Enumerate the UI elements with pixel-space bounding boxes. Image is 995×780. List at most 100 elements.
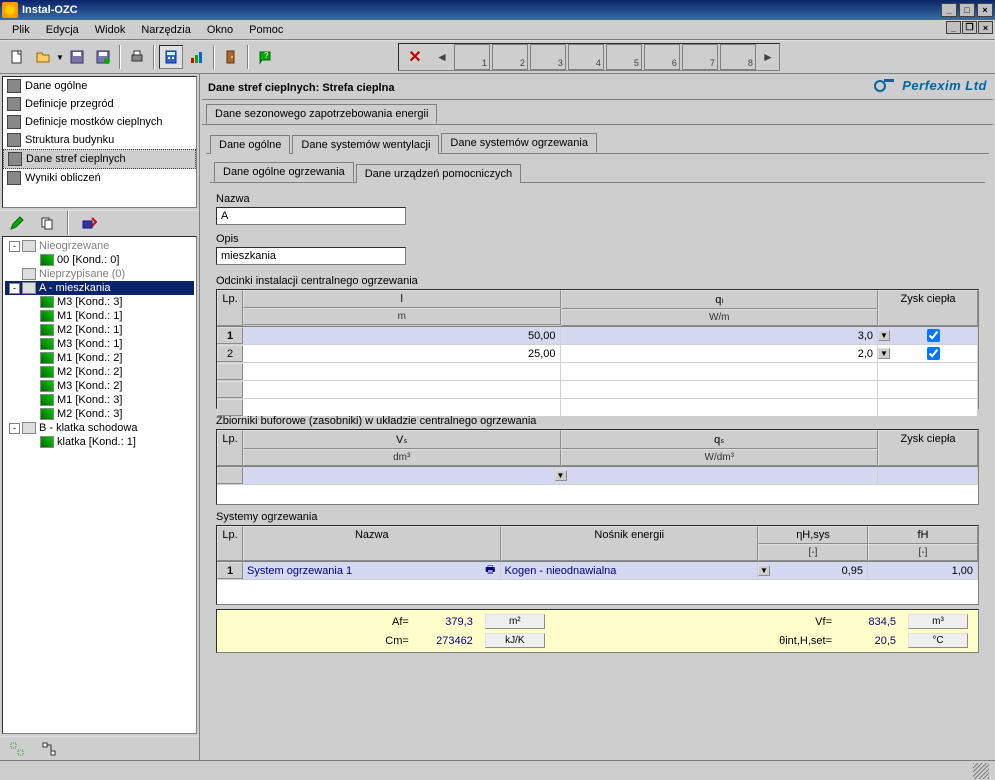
tree-node[interactable]: M1 [Kond.: 3] xyxy=(5,393,194,407)
copy-icon[interactable] xyxy=(35,211,59,235)
nav-prev-icon[interactable]: ◄ xyxy=(432,44,452,70)
tree-toggle[interactable]: - xyxy=(9,241,20,252)
menu-widok[interactable]: Widok xyxy=(87,22,134,38)
tree-node[interactable]: M2 [Kond.: 1] xyxy=(5,323,194,337)
nav-page-2[interactable]: 2 xyxy=(492,44,528,70)
nav-page-7[interactable]: 7 xyxy=(682,44,718,70)
nav-page-1[interactable]: 1 xyxy=(454,44,490,70)
tab-heating-general[interactable]: Dane ogólne ogrzewania xyxy=(214,162,354,182)
door-icon[interactable] xyxy=(219,45,243,69)
section-item[interactable]: Dane ogólne xyxy=(3,77,196,95)
col-l-unit: m xyxy=(243,308,561,325)
print-icon[interactable] xyxy=(125,45,149,69)
tree-node[interactable]: M3 [Kond.: 2] xyxy=(5,379,194,393)
table-row[interactable] xyxy=(217,363,978,381)
tree-node[interactable]: klatka [Kond.: 1] xyxy=(5,435,194,449)
nav-page-6[interactable]: 6 xyxy=(644,44,680,70)
tab-seasonal-demand[interactable]: Dane sezonowego zapotrzebowania energii xyxy=(206,104,437,124)
nav-page-3[interactable]: 3 xyxy=(530,44,566,70)
vf-label: Vf= xyxy=(621,616,832,628)
nav-page-4[interactable]: 4 xyxy=(568,44,604,70)
resize-grip[interactable] xyxy=(973,763,989,779)
app-icon xyxy=(2,2,18,18)
af-unit[interactable]: m² xyxy=(485,614,545,629)
nav-page-8[interactable]: 8 xyxy=(720,44,756,70)
menu-narzedzia[interactable]: Narzędzia xyxy=(133,22,199,38)
save-icon[interactable] xyxy=(65,45,89,69)
heat-gain-checkbox[interactable] xyxy=(927,347,940,360)
maximize-button[interactable]: □ xyxy=(959,3,975,17)
dropdown-icon[interactable]: ▼ xyxy=(878,330,890,341)
buffers-grid[interactable]: Lp. Vₛ dm³ qₛ W/dm³ Zysk ciepła xyxy=(216,429,979,505)
table-row[interactable]: ▼ xyxy=(217,467,978,485)
tab-heating-systems[interactable]: Dane systemów ogrzewania xyxy=(441,133,597,153)
open-icon[interactable] xyxy=(31,45,55,69)
save-as-icon[interactable] xyxy=(91,45,115,69)
mdi-close-button[interactable]: × xyxy=(978,21,993,34)
tree-node[interactable]: M1 [Kond.: 2] xyxy=(5,351,194,365)
tree-node[interactable]: M2 [Kond.: 3] xyxy=(5,407,194,421)
section-item[interactable]: Struktura budynku xyxy=(3,131,196,149)
section-item[interactable]: Dane stref cieplnych xyxy=(3,149,196,169)
pencil-icon[interactable] xyxy=(5,211,29,235)
dropdown-icon[interactable]: ▼ xyxy=(555,470,567,481)
menu-pomoc[interactable]: Pomoc xyxy=(241,22,291,38)
mdi-minimize-button[interactable]: _ xyxy=(946,21,961,34)
col3-eta: ηH,sys xyxy=(758,526,868,544)
theta-unit[interactable]: °C xyxy=(908,633,968,648)
tree-node[interactable]: Nieprzypisane (0) xyxy=(5,267,194,281)
menu-edycja[interactable]: Edycja xyxy=(38,22,87,38)
tab-ventilation-systems[interactable]: Dane systemów wentylacji xyxy=(292,135,439,154)
dropdown-icon[interactable]: ▼ xyxy=(758,565,770,576)
zone-icon[interactable] xyxy=(5,737,29,761)
cm-unit[interactable]: kJ/K xyxy=(485,633,545,648)
tab-aux-devices[interactable]: Dane urządzeń pomocniczych xyxy=(356,164,521,183)
table-row[interactable]: 1 System ogrzewania 1 🖶 Kogen - nieodnaw… xyxy=(217,562,978,580)
mdi-restore-button[interactable]: ❐ xyxy=(962,21,977,34)
new-icon[interactable] xyxy=(5,45,29,69)
building-tree[interactable]: -Nieogrzewane00 [Kond.: 0]Nieprzypisane … xyxy=(2,236,197,734)
nav-next-icon[interactable]: ► xyxy=(758,44,778,70)
table-row[interactable]: 225,002,0▼ xyxy=(217,345,978,363)
tree-node[interactable]: 00 [Kond.: 0] xyxy=(5,253,194,267)
tree-toggle[interactable]: - xyxy=(9,283,20,294)
menu-okno[interactable]: Okno xyxy=(199,22,241,38)
section-item[interactable]: Definicje mostków cieplnych xyxy=(3,113,196,131)
tree-icon xyxy=(40,254,54,266)
desc-input[interactable] xyxy=(216,247,406,265)
dropdown-icon[interactable]: ▼ xyxy=(878,348,890,359)
systems-grid[interactable]: Lp. Nazwa Nośnik energii ηH,sys [-] fH [… xyxy=(216,525,979,605)
section-item[interactable]: Definicje przegród xyxy=(3,95,196,113)
export-icon[interactable] xyxy=(77,211,101,235)
structure-icon[interactable] xyxy=(37,737,61,761)
tree-node[interactable]: M1 [Kond.: 1] xyxy=(5,309,194,323)
calculator-icon[interactable] xyxy=(159,45,183,69)
tree-toggle[interactable]: - xyxy=(9,423,20,434)
table-row[interactable] xyxy=(217,381,978,399)
name-input[interactable] xyxy=(216,207,406,225)
title-bar: Instal-OZC _ □ × xyxy=(0,0,995,20)
minimize-button[interactable]: _ xyxy=(941,3,957,17)
nav-page-5[interactable]: 5 xyxy=(606,44,642,70)
tree-node[interactable]: M3 [Kond.: 1] xyxy=(5,337,194,351)
pipes-grid[interactable]: Lp. l m qₗ W/m Zysk ciepła 150,003,0▼ xyxy=(216,289,979,409)
menu-plik[interactable]: Plik xyxy=(4,22,38,38)
tree-node[interactable]: -A - mieszkania xyxy=(5,281,194,295)
section-item[interactable]: Wyniki obliczeń xyxy=(3,169,196,187)
tree-node[interactable]: -Nieogrzewane xyxy=(5,239,194,253)
heat-gain-checkbox[interactable] xyxy=(927,329,940,342)
tree-icon xyxy=(22,268,36,280)
tab-general-data[interactable]: Dane ogólne xyxy=(210,135,290,154)
tree-label: M3 [Kond.: 3] xyxy=(57,296,122,308)
page-icon xyxy=(7,79,21,93)
table-row[interactable]: 150,003,0▼ xyxy=(217,327,978,345)
vf-unit[interactable]: m³ xyxy=(908,614,968,629)
tree-node[interactable]: M3 [Kond.: 3] xyxy=(5,295,194,309)
close-button[interactable]: × xyxy=(977,3,993,17)
col-zysk: Zysk ciepła xyxy=(878,290,978,326)
help-icon[interactable]: ? xyxy=(253,45,277,69)
chart-icon[interactable] xyxy=(185,45,209,69)
tree-node[interactable]: M2 [Kond.: 2] xyxy=(5,365,194,379)
nav-close-icon[interactable]: ✕ xyxy=(400,44,430,70)
tree-node[interactable]: -B - klatka schodowa xyxy=(5,421,194,435)
